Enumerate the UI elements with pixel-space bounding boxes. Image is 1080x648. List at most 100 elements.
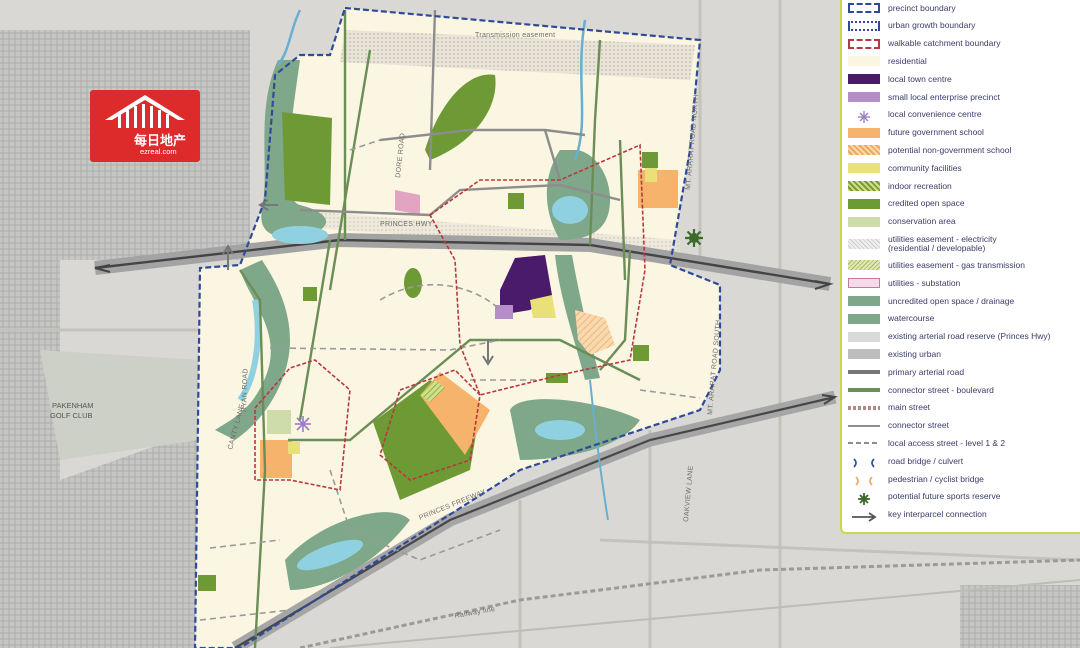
legend-item: potential non-government school [848,142,1011,158]
map-stage: { "logo": { "name": "每日地产", "domain": "e… [0,0,1080,648]
road-bridge-swatch [848,456,880,468]
legend-item: utilities easement - electricity (reside… [848,231,997,257]
legend-label: watercourse [888,313,935,324]
legend-label: credited open space [888,198,965,209]
golf-club-label-2: GOLF CLUB [50,411,93,420]
legend-label: road bridge / culvert [888,455,964,466]
legend-item: community facilities [848,160,962,176]
legend-item: credited open space [848,196,965,212]
legend-item: uncredited open space / drainage [848,293,1014,309]
legend-label: pedestrian / cyclist bridge [888,473,984,484]
legend-item: existing urban [848,346,941,362]
walkable-catchment-swatch [848,38,880,49]
conservation-swatch [848,216,880,227]
map-legend: precinct boundary urban growth boundary wa… [840,0,1080,534]
legend-label: potential future sports reserve [888,491,1001,502]
legend-item: local town centre [848,71,952,87]
legend-item: road bridge / culvert [848,453,963,469]
legend-item: residential [848,53,927,69]
school-east [638,170,678,208]
legend-item: connector street [848,418,949,434]
local-access-swatch [848,442,880,445]
legend-item: existing arterial road reserve (Princes … [848,329,1051,345]
precinct-boundary-swatch [848,3,880,13]
legend-label: local town centre [888,73,952,84]
legend-item: indoor recreation [848,178,952,194]
transmission-easement-label: Transmission easement [475,32,555,39]
convenience-icon [858,110,870,123]
urban-growth-boundary-swatch [848,20,880,31]
main-street-swatch [848,405,880,410]
residential-swatch [848,56,880,67]
legend-label: indoor recreation [888,180,952,191]
elec-easement-swatch [848,239,880,250]
legend-item: urban growth boundary [848,18,975,34]
gas-easement-swatch [848,260,880,271]
legend-item: key interparcel connection [848,507,987,523]
legend-item: connector street - boulevard [848,382,994,398]
uncredited-swatch [848,296,880,306]
legend-label: uncredited open space / drainage [888,295,1015,306]
legend-item: utilities easement - gas transmission [848,257,1025,273]
watercourse-swatch [848,313,880,324]
logo-domain: ezreal.com [140,147,177,156]
arterial-reserve-swatch [848,331,880,342]
legend-label: urban growth boundary [888,20,976,31]
legend-label: existing urban [888,348,941,359]
sports-reserve-swatch [848,491,880,505]
legend-item: potential future sports reserve [848,489,1000,505]
legend-item: small local enterprise precinct [848,89,1000,105]
ezreal-logo: 每日地产 ezreal.com [90,90,200,162]
boulevard-swatch [848,385,880,395]
convenience-swatch [848,109,880,123]
house-logo-icon [105,95,185,128]
legend-label: community facilities [888,162,962,173]
legend-label: future government school [888,127,984,138]
legend-item: future government school [848,125,984,141]
legend-label: connector street [888,420,949,431]
legend-label: local access street - level 1 & 2 [888,437,1006,448]
legend-item: main street [848,400,930,416]
substation-swatch [848,278,880,289]
ped-bridge-swatch [848,474,880,486]
legend-item: walkable catchment boundary [848,36,1000,52]
town-centre-swatch [848,74,880,85]
existing-urban-swatch [848,349,880,360]
legend-label: utilities - substation [888,277,961,288]
princes-hwy-label: PRINCES HWY [380,221,433,228]
golf-club-label-1: PAKENHAM [52,401,94,410]
legend-label: connector street - boulevard [888,384,994,395]
railway-line-label: Railway line [454,606,496,620]
sports-reserve-legend-icon [858,492,870,505]
legend-item: watercourse [848,311,934,327]
legend-item: pedestrian / cyclist bridge [848,471,984,487]
legend-label: existing arterial road reserve (Princes … [888,331,1051,342]
indoor-rec-swatch [848,181,880,191]
legend-label: conservation area [888,216,956,227]
road-bridge-icon [853,458,875,468]
legend-item: conservation area [848,214,956,230]
connector-swatch [848,420,880,431]
non-gov-school-swatch [848,145,880,156]
legend-label: precinct boundary [888,2,956,13]
oakview-lane-label: OAKVIEW LANE [683,465,695,522]
legend-label: small local enterprise precinct [888,91,1000,102]
legend-label: walkable catchment boundary [888,38,1001,49]
legend-label: residential [888,55,927,66]
convenience-centre-icon [295,416,311,432]
legend-label: main street [888,402,931,413]
legend-item: precinct boundary [848,0,956,16]
legend-label: local convenience centre [888,109,982,120]
legend-label: utilities easement - gas transmission [888,259,1026,270]
gov-school-swatch [848,127,880,138]
legend-item: local access street - level 1 & 2 [848,435,1005,451]
legend-item: utilities - substation [848,275,960,291]
legend-item: local convenience centre [848,107,982,123]
legend-label: key interparcel connection [888,509,987,520]
primary-arterial-swatch [848,367,880,378]
community-swatch [848,163,880,174]
legend-item: primary arterial road [848,364,964,380]
arrow-right-icon [852,511,877,522]
credited-open-swatch [848,198,880,209]
legend-label: potential non-government school [888,144,1012,155]
